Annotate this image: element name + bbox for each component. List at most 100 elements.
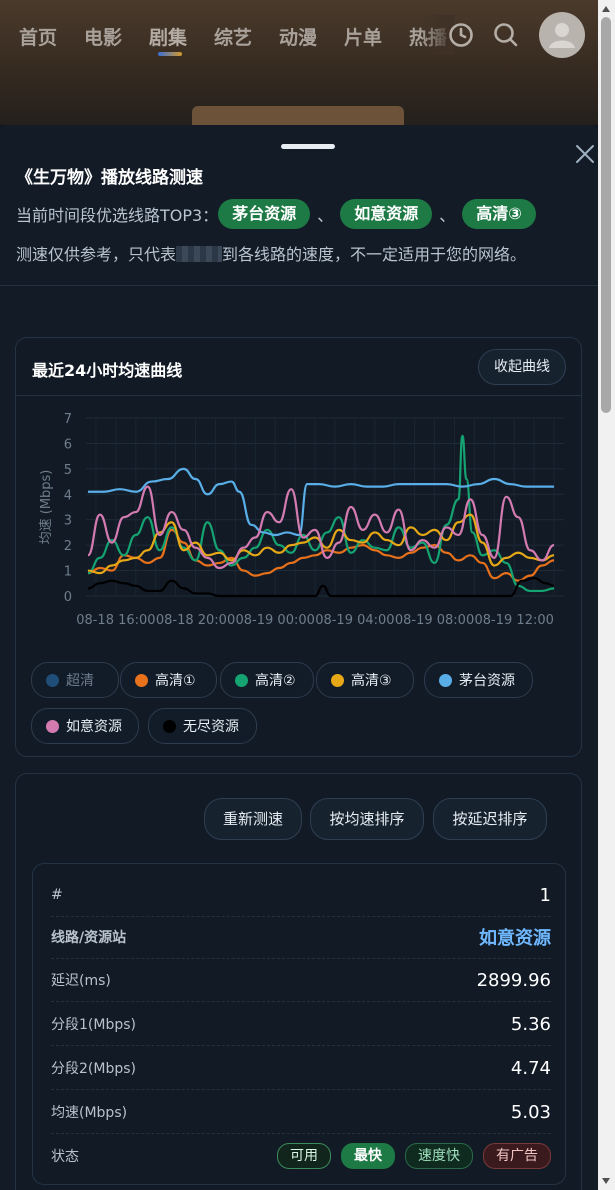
nav-menu: 首页 电影 剧集 综艺 动漫 片单 热播 [0,0,456,72]
x-tick-label: 08-19 08:00 [395,613,474,628]
divider [0,285,598,286]
segment1-value: 5.36 [510,1013,551,1035]
top3-prefix: 当前时间段优选线路TOP3： [16,206,219,225]
legend-toggle-2[interactable]: 高清① [120,662,217,698]
collapse-chart-button[interactable]: 收起曲线 [478,349,566,385]
y-tick-label: 0 [64,590,72,605]
redacted-location [176,246,223,262]
legend-color-dot [439,673,452,687]
legend-label: 高清③ [351,673,392,689]
top3-badge-1: 茅台资源 [218,199,311,229]
legend-label: 无尽资源 [183,719,239,735]
status-tags: 可用 最快 速度快 有广告 [277,1143,551,1169]
nav-item-variety[interactable]: 综艺 [214,23,261,50]
retest-button[interactable]: 重新测速 [204,798,302,840]
close-icon[interactable] [574,143,598,167]
top3-badge-2: 如意资源 [340,199,433,229]
speed-line-chart: 01234567均速 (Mbps)08-18 16:00 08-18 20:00 0… [39,412,564,628]
top3-badge-3: 高清③ [462,199,536,229]
rank-label: # [51,887,63,903]
legend-toggle-1[interactable]: 超清 [31,662,119,698]
legend-toggle-3[interactable]: 高清② [220,662,314,698]
nav-item-playlists[interactable]: 片单 [344,23,391,50]
line-row: 线路/资源站 如意资源 [51,916,551,959]
y-tick-label: 7 [64,412,72,427]
legend-label: 高清② [255,673,296,689]
legend-color-dot [235,673,248,687]
latency-row: 延迟(ms) 2899.96 [51,959,551,1002]
status-label: 状态 [51,1149,79,1165]
legend-toggle-5[interactable]: 茅台资源 [424,662,533,698]
nav-item-anime[interactable]: 动漫 [279,23,326,50]
x-tick-label: 08-19 04:00 [315,613,394,628]
search-icon[interactable] [492,21,520,49]
scroll-down-arrow-icon[interactable] [602,1178,610,1184]
drag-handle[interactable] [281,144,335,149]
status-badge-fastest: 最快 [341,1143,395,1169]
page-scrollbar[interactable] [598,0,615,1190]
average-label: 均速(Mbps) [51,1105,128,1121]
sort-by-latency-button[interactable]: 按延迟排序 [433,798,547,840]
status-badge-speed-fast: 速度快 [405,1143,473,1169]
y-tick-label: 1 [64,565,72,580]
y-axis-label: 均速 (Mbps) [39,470,54,545]
latency-value: 2899.96 [476,969,551,991]
segment1-row: 分段1(Mbps) 5.36 [51,1003,551,1046]
speed-results-card: 重新测速 按均速排序 按延迟排序 # 1 线路/资源站 如意资源 延迟(ms) … [15,773,582,1190]
top-navigation: 首页 电影 剧集 综艺 动漫 片单 热播 [0,0,598,125]
chart-title: 最近24小时均速曲线 [32,361,183,380]
legend-label: 茅台资源 [459,673,515,689]
latency-label: 延迟(ms) [51,973,111,989]
top3-separator: 、 [439,206,456,225]
top3-row: 当前时间段优选线路TOP3： 茅台资源 、 如意资源 、 高清③ [16,197,536,231]
y-tick-label: 3 [64,514,72,529]
disclaimer-suffix: 到各线路的速度，不一定适用于您的网络。 [222,245,527,264]
scroll-up-arrow-icon[interactable] [602,6,610,12]
sort-by-speed-button[interactable]: 按均速排序 [310,798,424,840]
average-value: 5.03 [510,1101,551,1123]
y-tick-label: 6 [64,437,72,452]
segment2-label: 分段2(Mbps) [51,1061,136,1077]
series-line-无尽资源 [87,577,555,598]
nav-item-movies[interactable]: 电影 [84,23,131,50]
x-tick-label: 08-19 12:00 [475,613,554,628]
speed-test-sheet: 《生万物》播放线路测速 当前时间段优选线路TOP3： 茅台资源 、 如意资源 、… [0,125,598,1190]
speed-chart-card: 最近24小时均速曲线 收起曲线 0 1 2 3 4 5 6 7 均速 (Mbps) 08-18 1… [15,337,582,757]
legend-color-dot [163,719,176,733]
nav-item-series[interactable]: 剧集 [149,23,196,56]
sheet-title: 《生万物》播放线路测速 [16,168,203,188]
legend-toggle-7[interactable]: 无尽资源 [148,708,257,744]
legend-toggle-6[interactable]: 如意资源 [31,708,139,744]
result-row: # 1 线路/资源站 如意资源 延迟(ms) 2899.96 分段1(Mbps)… [32,863,566,1185]
legend-color-dot [135,673,148,687]
user-avatar[interactable] [539,12,585,58]
line-source-link[interactable]: 如意资源 [479,924,551,950]
legend-color-dot [46,719,59,733]
top3-separator: 、 [317,206,334,225]
legend-color-dot [46,673,59,687]
disclaimer-text: 测速仅供参考，只代表 到各线路的速度，不一定适用于您的网络。 [16,241,526,265]
status-badge-available: 可用 [277,1143,331,1169]
poster-thumbnail [192,106,404,125]
segment1-label: 分段1(Mbps) [51,1017,136,1033]
nav-item-home[interactable]: 首页 [19,23,66,50]
legend-color-dot [331,673,344,687]
status-row: 状态 可用 最快 速度快 有广告 [51,1135,551,1177]
series-line-茅台资源 [87,467,555,537]
line-label: 线路/资源站 [51,930,127,946]
series-line-高清② [87,434,555,593]
legend-toggle-4[interactable]: 高清③ [316,662,414,698]
segment2-row: 分段2(Mbps) 4.74 [51,1047,551,1090]
legend-label: 超清 [66,673,94,689]
x-tick-label: 08-18 20:00 [156,613,235,628]
history-icon[interactable] [447,21,475,49]
segment2-value: 4.74 [510,1057,551,1079]
scroll-thumb[interactable] [601,17,611,413]
y-tick-label: 5 [64,463,72,478]
rank-row: # 1 [51,874,551,917]
legend-label: 如意资源 [66,719,122,735]
x-tick-label: 08-18 16:00 [76,613,155,628]
rank-value: 1 [539,884,551,906]
legend-label: 高清① [155,673,196,689]
x-tick-label: 08-19 00:00 [236,613,315,628]
